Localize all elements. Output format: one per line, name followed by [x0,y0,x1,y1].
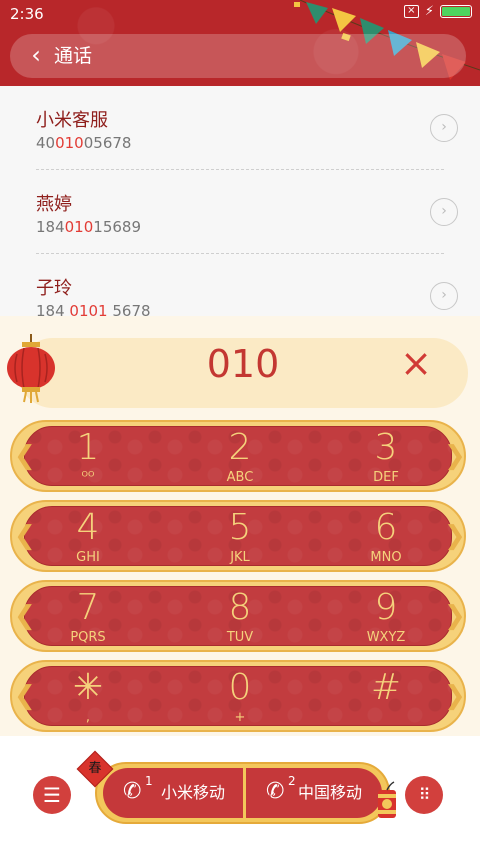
lantern-icon [7,334,55,403]
page-title: 通话 [54,45,93,67]
chevron-right-icon[interactable]: › [430,198,458,226]
dialpad-panel: 010 × ❮ ❯ 1 ᴼᴼ 2 ABC 3 DEF ❮ ❯ 4 GHI 5 J… [0,316,480,736]
contact-number: 4001005678 [36,134,132,152]
bottom-call-bar: ☰ ✆ 1 小米移动 ✆ 2 中国移动 春 ⠿ [0,736,480,853]
dual-sim-call-buttons: ✆ 1 小米移动 ✆ 2 中国移动 [95,762,390,824]
key-hash[interactable]: # [326,666,446,730]
call-sim2-button[interactable]: ✆ 2 中国移动 [246,768,382,818]
voicemail-icon: ᴼᴼ [81,470,95,485]
sim2-label: 中国移动 [298,783,363,802]
chevron-right-icon[interactable]: › [430,114,458,142]
sim-index: 1 [145,774,153,788]
contact-name: 燕婷 [36,194,72,215]
key-4[interactable]: 4 GHI [28,506,148,570]
contact-number: 18401015689 [36,218,141,236]
dialpad-toggle-icon[interactable]: ⠿ [405,776,443,814]
key-7[interactable]: 7 PQRS [28,586,148,650]
key-9[interactable]: 9 WXYZ [326,586,446,650]
key-8[interactable]: 8 TUV [180,586,300,650]
call-sim1-button[interactable]: ✆ 1 小米移动 [103,768,243,818]
clear-icon[interactable]: × [400,344,432,382]
key-0[interactable]: 0 + [180,666,300,730]
menu-icon[interactable]: ☰ [33,776,71,814]
sim-index: 2 [288,774,296,788]
key-6[interactable]: 6 MNO [326,506,446,570]
keypad-row-2: ❮ ❯ 4 GHI 5 JKL 6 MNO [10,500,466,572]
keypad-row-3: ❮ ❯ 7 PQRS 8 TUV 9 WXYZ [10,580,466,652]
sim1-label: 小米移动 [161,783,226,802]
title-bar: ‹ 通话 [10,34,466,78]
dialed-number-display: 010 × [18,338,468,408]
key-1[interactable]: 1 ᴼᴼ [28,426,148,490]
status-time: 2:36 [10,5,44,23]
phone-icon: ✆ [266,779,285,804]
phone-icon: ✆ [123,779,142,804]
back-arrow-icon[interactable]: ‹ [18,34,54,78]
key-star[interactable]: ✳ , [28,666,148,730]
keypad-row-4: ❮ ❯ ✳ , 0 + # [10,660,466,732]
list-item[interactable]: 小米客服 4001005678 › [0,86,480,170]
contact-name: 小米客服 [36,110,108,131]
keypad-row-1: ❮ ❯ 1 ᴼᴼ 2 ABC 3 DEF [10,420,466,492]
key-2[interactable]: 2 ABC [180,426,300,490]
contact-suggestions-list: 小米客服 4001005678 › 燕婷 18401015689 › 子玲 18… [0,86,480,320]
list-item[interactable]: 燕婷 18401015689 › [0,170,480,254]
firecracker-icon [378,781,396,818]
header: 2:36 × ⚡ ‹ 通话 [0,0,480,86]
contact-name: 子玲 [36,278,72,299]
chevron-right-icon[interactable]: › [430,282,458,310]
key-5[interactable]: 5 JKL [180,506,300,570]
key-3[interactable]: 3 DEF [326,426,446,490]
